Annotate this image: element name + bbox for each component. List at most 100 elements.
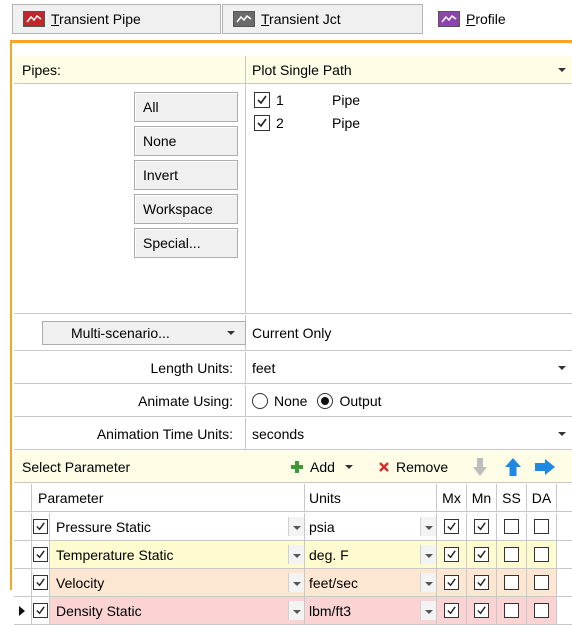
none-button[interactable]: None [134,126,238,156]
table-row[interactable]: Pressure Static psia [14,513,572,541]
length-units-dropdown[interactable]: feet [246,352,572,383]
multi-scenario-cell: Multi-scenario... [14,315,246,350]
pipes-mode-value: Plot Single Path [252,61,352,78]
animation-time-units-dropdown[interactable]: seconds [246,418,572,449]
row-selector-cell[interactable] [14,597,32,624]
parameter-cell[interactable]: Density Static [50,597,305,624]
profile-panel: Pipes: Plot Single Path All None Invert … [10,40,572,625]
parameter-cell[interactable]: Velocity [50,569,305,596]
row-select-checkbox[interactable] [33,519,48,534]
units-cell[interactable]: psia [305,513,437,540]
header-mn: Mn [467,484,497,511]
remove-label: Remove [396,459,449,475]
parameter-cell[interactable]: Temperature Static [50,541,305,568]
move-down-button[interactable] [472,451,488,483]
row-select-checkbox[interactable] [33,547,48,562]
parameter-dropdown-button[interactable] [288,573,304,592]
table-row[interactable]: Velocity feet/sec [14,569,572,597]
table-row[interactable]: Density Static lbm/ft3 [14,597,572,625]
ss-checkbox[interactable] [504,519,519,534]
units-dropdown-button[interactable] [420,601,436,620]
pipe-list: 1 Pipe 2 Pipe [246,84,572,313]
parameter-name: Density Static [56,602,142,619]
units-value: deg. F [309,546,349,563]
tab-profile[interactable]: Profile [428,4,558,34]
row-selector-cell[interactable] [14,541,32,568]
pipe-checkbox[interactable] [254,92,270,108]
mn-checkbox[interactable] [474,519,489,534]
ss-checkbox[interactable] [504,547,519,562]
mx-checkbox[interactable] [444,603,459,618]
mn-cell [467,569,497,596]
units-cell[interactable]: feet/sec [305,569,437,596]
workspace-button[interactable]: Workspace [134,194,238,224]
arrow-right-icon [535,459,555,475]
ss-checkbox[interactable] [504,603,519,618]
mx-cell [437,597,467,624]
radio-output[interactable] [317,392,334,409]
header-parameter: Parameter [32,484,305,511]
mn-checkbox[interactable] [474,575,489,590]
row-selector-cell[interactable] [14,513,32,540]
units-dropdown-button[interactable] [420,573,436,592]
ss-cell [497,541,527,568]
invert-button[interactable]: Invert [134,160,238,190]
da-checkbox[interactable] [534,603,549,618]
mn-cell [467,541,497,568]
header-units: Units [305,484,437,511]
pipe-name: Pipe [332,115,361,131]
row-select-cell [32,513,50,540]
parameter-dropdown-button[interactable] [288,601,304,620]
ss-cell [497,513,527,540]
tab-transient-pipe[interactable]: Transient Pipe [12,4,221,34]
da-checkbox[interactable] [534,575,549,590]
da-checkbox[interactable] [534,547,549,562]
ss-cell [497,569,527,596]
pipe-number: 2 [276,115,284,131]
da-cell [527,569,557,596]
mx-checkbox[interactable] [444,519,459,534]
special-button[interactable]: Special... [134,228,238,258]
add-button[interactable]: Add [290,451,353,483]
move-up-button[interactable] [504,451,522,483]
units-dropdown-button[interactable] [420,545,436,564]
pipe-list-item[interactable]: 1 Pipe [254,90,360,110]
add-label: Add [310,459,335,475]
da-cell [527,541,557,568]
multi-scenario-button[interactable]: Multi-scenario... [42,321,246,345]
mn-checkbox[interactable] [474,603,489,618]
pipes-mode-dropdown[interactable]: Plot Single Path [246,56,572,83]
remove-button[interactable]: Remove [378,451,448,483]
move-right-button[interactable] [534,451,556,483]
caret-down-icon [344,465,353,469]
header-mx: Mx [437,484,467,511]
ss-checkbox[interactable] [504,575,519,590]
all-button[interactable]: All [134,92,238,122]
pipe-checkbox[interactable] [254,115,270,131]
animate-using-row: Animate Using: None Output [14,385,572,417]
row-select-checkbox[interactable] [33,575,48,590]
parameter-dropdown-button[interactable] [288,545,304,564]
length-units-value: feet [252,359,276,376]
units-dropdown-button[interactable] [420,517,436,536]
parameter-dropdown-button[interactable] [288,517,304,536]
mn-checkbox[interactable] [474,547,489,562]
parameter-cell[interactable]: Pressure Static [50,513,305,540]
plus-icon [291,461,303,473]
animation-time-units-label: Animation Time Units: [14,418,246,449]
radio-none[interactable] [252,392,268,409]
pipe-list-item[interactable]: 2 Pipe [254,113,360,133]
tab-transient-jct[interactable]: Transient Jct [222,4,423,34]
units-cell[interactable]: deg. F [305,541,437,568]
units-cell[interactable]: lbm/ft3 [305,597,437,624]
animate-using-options: None Output [246,385,572,416]
row-selector-cell[interactable] [14,569,32,596]
tab-label: Transient Jct [261,11,341,27]
mx-checkbox[interactable] [444,547,459,562]
da-checkbox[interactable] [534,519,549,534]
close-icon [379,462,389,472]
table-row[interactable]: Temperature Static deg. F [14,541,572,569]
mx-checkbox[interactable] [444,575,459,590]
mn-cell [467,597,497,624]
row-select-checkbox[interactable] [33,603,48,618]
